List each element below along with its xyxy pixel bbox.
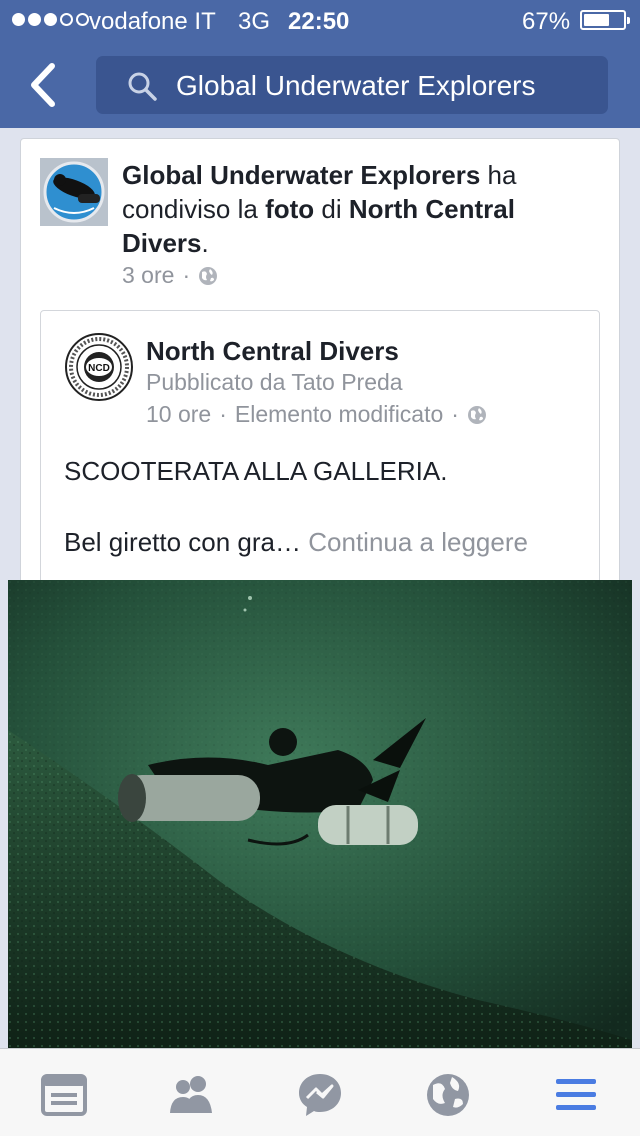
meta-separator: · [451,401,459,427]
ncd-logo[interactable]: NCD [64,332,134,402]
shared-post-timestamp[interactable]: 10 ore [146,401,211,428]
signal-strength-icon [12,13,89,26]
friends-icon [170,1076,212,1113]
gue-avatar[interactable] [40,158,108,226]
meta-separator: · [182,262,191,288]
shared-page-name[interactable]: North Central Divers [146,336,399,367]
tab-friends[interactable] [168,1071,216,1119]
continue-reading-link[interactable]: Continua a leggere [308,527,528,557]
story-timestamp[interactable]: 3 ore [122,262,174,289]
story-object-link[interactable]: foto [265,194,314,224]
edited-label[interactable]: Elemento modificato [235,401,443,428]
globe-icon [427,1074,469,1116]
status-bar: vodafone IT 3G 22:50 67% [0,0,640,40]
meta-separator: · [219,401,227,427]
menu-icon [556,1079,596,1110]
back-button[interactable] [22,60,68,110]
search-bar[interactable]: Global Underwater Explorers [96,56,608,114]
posted-by-text: Pubblicato da Tato Preda [146,369,403,395]
shared-post-meta: 10 ore · Elemento modificato · [146,401,487,428]
top-header: vodafone IT 3G 22:50 67% Global Underwat… [0,0,640,128]
news-feed-icon [41,1074,87,1116]
tab-notifications[interactable] [424,1071,472,1119]
ncd-logo-text: NCD [88,363,110,374]
messenger-icon [299,1074,341,1116]
story-actor-link[interactable]: Global Underwater Explorers [122,160,480,190]
story-end-punct: . [201,228,209,258]
battery-percentage: 67% [522,8,571,35]
story-headline: Global Underwater Explorers ha condiviso… [122,158,602,260]
network-type: 3G [238,8,271,35]
search-query[interactable]: Global Underwater Explorers [176,70,536,102]
post-text-truncated: Bel giretto con gra… [64,527,302,557]
post-text-line: SCOOTERATA ALLA GALLERIA. [64,456,448,486]
clock: 22:50 [288,8,350,35]
globe-icon [467,405,486,424]
carrier-name: vodafone IT [89,8,216,35]
story-connector-text: di [314,194,349,224]
bottom-tab-bar [0,1048,640,1136]
chevron-left-icon [31,63,55,107]
tab-more[interactable] [552,1071,600,1119]
globe-icon [199,266,218,285]
post-photo[interactable] [8,580,632,1050]
search-icon [128,72,157,101]
post-text-preview: Bel giretto con gra… Continua a leggere [64,527,528,558]
story-meta: 3 ore · [122,262,218,289]
tab-news-feed[interactable] [40,1071,88,1119]
tab-messenger[interactable] [296,1071,344,1119]
battery-icon [580,10,630,30]
